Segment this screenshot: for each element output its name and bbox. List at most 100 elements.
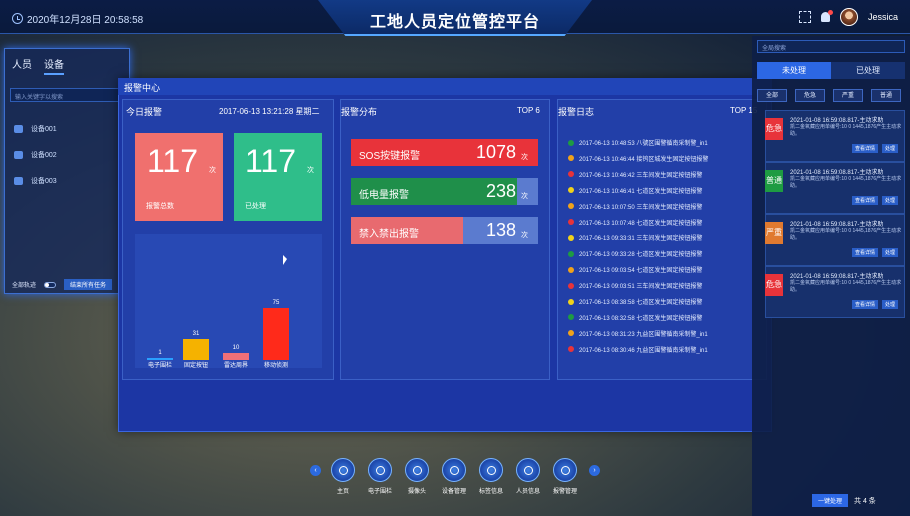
status-dot-icon — [568, 203, 574, 210]
bar-category: 雷达周界 — [223, 363, 248, 369]
filter-all[interactable]: 全部 — [757, 89, 787, 102]
bar-value: 10 — [232, 345, 240, 351]
alarm-card-desc: 凯二金氧藏应用单编号:10 0 1445,1876产生主动求助。 — [790, 124, 902, 137]
nav-icon — [338, 465, 348, 475]
datetime-text: 2020年12月28日 20:58:58 — [27, 15, 144, 26]
log-row[interactable]: 2017-06-13 09:33:28 七道区发生固定按钮报警 — [568, 249, 702, 258]
status-dot-icon — [568, 155, 574, 162]
global-search-input[interactable]: 全局搜索 — [757, 40, 905, 53]
tab-devices[interactable]: 设备 — [44, 56, 64, 75]
fullscreen-icon[interactable] — [798, 11, 811, 23]
nav-item[interactable]: 摄像头 — [397, 458, 437, 495]
nav-icon — [560, 465, 570, 475]
datetime: 2020年12月28日 20:58:58 — [12, 11, 143, 26]
filter-severe[interactable]: 严重 — [833, 89, 863, 102]
bar — [183, 339, 209, 360]
distribution-title: 报警分布 — [341, 107, 378, 117]
log-row[interactable]: 2017-06-13 09:03:54 七道区发生固定按钮报警 — [568, 265, 702, 274]
end-all-button[interactable]: 结束所有任务 — [64, 279, 113, 290]
user-name[interactable]: Jessica — [868, 12, 898, 22]
track-toggle[interactable] — [44, 281, 57, 288]
nav-next-button[interactable]: › — [589, 465, 600, 476]
bar-value: 1 — [158, 350, 162, 356]
handle-button[interactable]: 处理 — [882, 144, 899, 153]
user-area: Jessica — [798, 8, 898, 26]
today-title: 今日报警 — [126, 107, 163, 117]
tab-handled[interactable]: 已处理 — [831, 62, 905, 79]
log-row[interactable]: 2017-06-13 10:48:53 八號区围警循南采制警_in1 — [568, 138, 708, 147]
view-detail-button[interactable]: 查看详情 — [852, 196, 879, 205]
alarm-level-badge: 普通 — [765, 170, 783, 192]
nav-prev-button[interactable]: ‹ — [310, 465, 321, 476]
bar-category: 电子围栏 — [147, 363, 172, 369]
device-label: 设备003 — [31, 178, 57, 185]
clock-icon — [12, 13, 23, 24]
modal-title: 报警中心 — [124, 83, 161, 93]
log-row[interactable]: 2017-06-13 08:38:58 七道区发生固定按钮报警 — [568, 297, 702, 306]
device-item[interactable]: 设备002 — [14, 150, 57, 160]
handle-button[interactable]: 处理 — [882, 300, 899, 309]
distribution-row[interactable]: 低电量报警 238 次 — [351, 178, 538, 205]
device-item[interactable]: 设备003 — [14, 176, 57, 186]
handled-label: 已处理 — [245, 203, 266, 210]
log-text: 2017-06-13 10:48:53 八號区围警循南采制警_in1 — [579, 141, 708, 147]
nav-icon-circle — [516, 458, 540, 482]
log-row[interactable]: 2017-06-13 08:30:46 九益区围警循南采制警_in1 — [568, 345, 708, 354]
handled-value: 117 — [245, 143, 297, 179]
today-datetime: 2017-06-13 13:21:28 星期二 — [219, 107, 320, 116]
nav-item[interactable]: 设备管理 — [434, 458, 474, 495]
distribution-row[interactable]: 禁入禁出报警 138 次 — [351, 217, 538, 244]
tab-unhandled[interactable]: 未处理 — [757, 62, 831, 79]
log-row[interactable]: 2017-06-13 10:46:41 七道区发生固定按钮报警 — [568, 186, 702, 195]
nav-label: 摄像头 — [407, 489, 426, 495]
total-label: 报警总数 — [146, 203, 174, 210]
log-row[interactable]: 2017-06-13 09:33:31 三车间发生固定按钮报警 — [568, 233, 702, 242]
left-search-input[interactable]: 输入关键字以搜索 — [10, 88, 124, 102]
filter-normal[interactable]: 普通 — [871, 89, 901, 102]
status-dot-icon — [568, 330, 574, 337]
avatar[interactable] — [839, 8, 858, 26]
bar — [223, 353, 249, 360]
nav-item[interactable]: 标签信息 — [471, 458, 511, 495]
device-icon — [14, 177, 23, 185]
log-row[interactable]: 2017-06-13 10:07:50 三车间发生固定按钮报警 — [568, 202, 702, 211]
log-text: 2017-06-13 09:33:28 七道区发生固定按钮报警 — [579, 252, 703, 259]
log-row[interactable]: 2017-06-13 08:31:23 九益区围警循南采制警_in1 — [568, 329, 708, 338]
bell-icon[interactable] — [820, 10, 833, 22]
handle-button[interactable]: 处理 — [882, 248, 899, 257]
log-row[interactable]: 2017-06-13 09:03:51 三车间发生固定按钮报警 — [568, 281, 702, 290]
handle-all-button[interactable]: 一键处理 — [812, 494, 849, 507]
log-row[interactable]: 2017-06-13 10:46:42 三车间发生固定按钮报警 — [568, 170, 702, 179]
alarm-card-title: 2021-01-08 16:59:08.817-主动求助 — [790, 274, 884, 280]
log-row[interactable]: 2017-06-13 10:07:48 七道区发生固定按钮报警 — [568, 218, 702, 227]
tab-people[interactable]: 人员 — [12, 56, 32, 75]
log-text: 2017-06-13 10:07:50 三车间发生固定按钮报警 — [579, 204, 703, 211]
nav-label: 报警管理 — [552, 489, 577, 495]
device-item[interactable]: 设备001 — [14, 124, 57, 134]
log-row[interactable]: 2017-06-13 08:32:58 七道区发生固定按钮报警 — [568, 313, 702, 322]
nav-label: 电子围栏 — [367, 489, 392, 495]
log-text: 2017-06-13 08:31:23 九益区围警循南采制警_in1 — [579, 331, 708, 338]
device-label: 设备002 — [31, 152, 57, 159]
nav-label: 设备管理 — [441, 489, 466, 495]
log-row[interactable]: 2017-06-13 10:46:44 接钨区城发生固定按钮报警 — [568, 154, 708, 163]
status-dot-icon — [568, 139, 574, 146]
distribution-label: SOS按键报警 — [359, 151, 421, 162]
view-detail-button[interactable]: 查看详情 — [852, 144, 879, 153]
handle-button[interactable]: 处理 — [882, 196, 899, 205]
view-detail-button[interactable]: 查看详情 — [852, 248, 879, 257]
nav-item[interactable]: 报警管理 — [545, 458, 585, 495]
nav-item[interactable]: 人员信息 — [508, 458, 548, 495]
log-title: 报警日志 — [558, 107, 595, 117]
distribution-row[interactable]: SOS按键报警 1078 次 — [351, 139, 538, 166]
nav-icon-circle — [405, 458, 429, 482]
view-detail-button[interactable]: 查看详情 — [852, 300, 879, 309]
log-text: 2017-06-13 10:46:44 接钨区城发生固定按钮报警 — [579, 156, 709, 163]
log-text: 2017-06-13 08:32:58 七道区发生固定按钮报警 — [579, 315, 703, 322]
total-value: 117 — [147, 143, 199, 179]
distribution-unit: 次 — [521, 193, 528, 200]
filter-critical[interactable]: 危急 — [795, 89, 825, 102]
device-icon — [14, 151, 23, 159]
nav-item[interactable]: 电子围栏 — [360, 458, 400, 495]
nav-item[interactable]: 主页 — [323, 458, 363, 495]
